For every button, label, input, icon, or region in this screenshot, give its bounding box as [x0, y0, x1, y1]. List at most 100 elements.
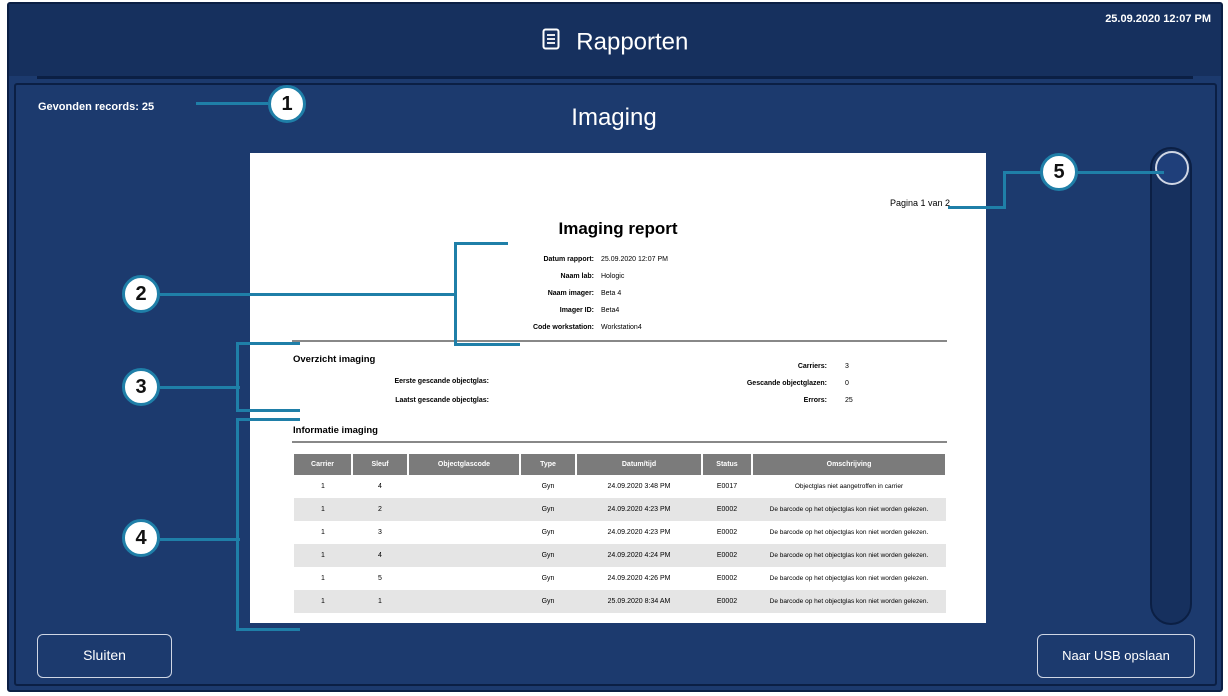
meta-row: Naam lab: Hologic: [250, 273, 986, 290]
table-cell: 5: [378, 574, 382, 582]
table-cell: [408, 590, 520, 613]
meta-key: Naam lab:: [560, 273, 594, 280]
callout-bracket-3-top: [236, 342, 300, 345]
meta-row: Code workstation: Workstation4: [250, 324, 986, 341]
table-cell: [408, 567, 520, 590]
callout-bracket-5-top: [1003, 171, 1043, 174]
table-cell: E0002: [702, 498, 752, 521]
column-header: Objectglascode: [408, 454, 521, 475]
callout-line-1: [196, 102, 268, 105]
report-title: Imaging report: [558, 219, 678, 238]
scrollbar-thumb[interactable]: [1155, 151, 1189, 185]
datetime-display: 25.09.2020 12:07 PM: [1105, 13, 1211, 25]
table-cell: 1: [321, 528, 325, 536]
table-cell: 4: [378, 482, 382, 490]
callout-bracket-5-bottom: [948, 206, 1006, 209]
callout-bracket-2-bottom: [454, 343, 520, 346]
table-cell: 1: [352, 590, 408, 613]
header-bar: Rapporten 25.09.2020 12:07 PM: [9, 4, 1221, 76]
page-indicator: Pagina 1 van 2: [889, 198, 950, 208]
table-cell: De barcode op het objectglas kon niet wo…: [752, 544, 946, 567]
meta-row: Datum rapport: 25.09.2020 12:07 PM: [250, 256, 986, 273]
last-scanned-label: Laatst gescande objectglas:: [395, 397, 489, 404]
callout-line-4: [160, 538, 240, 541]
table-cell: [408, 475, 520, 498]
callout-bracket-5: [1003, 171, 1006, 209]
column-header: Carrier: [294, 454, 353, 475]
table-cell: 1: [294, 544, 352, 567]
report-divider: [292, 340, 947, 342]
header-title: Rapporten: [9, 28, 1221, 57]
carriers-label: Carriers:: [797, 363, 827, 370]
table-cell: 2: [352, 498, 408, 521]
table-cell: E0002: [702, 544, 752, 567]
callout-3: 3: [122, 368, 160, 406]
table-cell: Objectglas niet aangetroffen in carrier: [794, 482, 904, 490]
meta-value: Beta 4: [601, 290, 622, 297]
scanned-value: 0: [845, 380, 849, 387]
callout-bracket-4: [236, 418, 239, 631]
info-heading: Informatie imaging: [293, 425, 378, 436]
errors-label: Errors:: [803, 397, 827, 404]
meta-key: Code workstation:: [532, 324, 594, 331]
callout-line-3: [160, 386, 240, 389]
table-cell: 1: [294, 498, 352, 521]
callout-5: 5: [1040, 153, 1078, 191]
table-cell: Gyn: [541, 574, 555, 582]
table-cell: E0002: [716, 574, 738, 582]
table-cell: [408, 498, 520, 521]
errors-value: 25: [845, 397, 853, 404]
meta-key: Imager ID:: [559, 307, 594, 314]
meta-value: 25.09.2020 12:07 PM: [601, 256, 668, 263]
meta-row: Imager ID: Beta4: [250, 307, 986, 324]
table-row: 1 4 Gyn 24.09.2020 3:48 PM E0017 Objectglas n…: [294, 475, 946, 498]
callout-bracket-4-top: [236, 418, 300, 421]
callout-line-5: [1074, 171, 1164, 174]
close-button[interactable]: Sluiten: [37, 634, 172, 678]
meta-key: Datum rapport:: [543, 256, 594, 263]
scrollbar-track[interactable]: [1150, 147, 1192, 625]
callout-bracket-3: [236, 342, 239, 412]
meta-key: Naam imager:: [547, 290, 594, 297]
table-row: 1 5 Gyn 24.09.2020 4:26 PM E0002 De barcode o…: [294, 567, 946, 590]
imaging-table: Carrier Sleuf Objectglascode Type Datum/…: [294, 454, 947, 613]
table-cell: De barcode op het objectglas kon niet wo…: [769, 574, 929, 582]
table-cell: 3: [378, 528, 382, 536]
table-cell: 24.09.2020 4:24 PM: [576, 544, 702, 567]
table-cell: 24.09.2020 4:23 PM: [607, 528, 671, 536]
overview-heading: Overzicht imaging: [293, 354, 376, 365]
carriers-value: 3: [845, 363, 849, 370]
table-cell: De barcode op het objectglas kon niet wo…: [752, 498, 946, 521]
table-cell: E0017: [716, 482, 738, 490]
meta-value: Beta4: [601, 307, 620, 314]
column-header: Status: [702, 454, 753, 475]
table-cell: 24.09.2020 4:23 PM: [576, 498, 702, 521]
table-cell: 25.09.2020 8:34 AM: [576, 590, 702, 613]
callout-bracket-2: [454, 242, 457, 346]
report-preview[interactable]: Pagina 1 van 2 Imaging report Datum rapp…: [250, 153, 986, 623]
table-cell: E0002: [716, 528, 738, 536]
table-row: 1 2 Gyn 24.09.2020 4:23 PM E0002 De barcode o…: [294, 498, 946, 521]
page-title: Rapporten: [576, 28, 689, 56]
table-cell: 24.09.2020 3:48 PM: [607, 482, 671, 490]
callout-2: 2: [122, 275, 160, 313]
callout-bracket-4-bottom: [236, 628, 300, 631]
section-title: Imaging: [571, 104, 657, 131]
table-cell: Gyn: [541, 528, 555, 536]
document-icon: [542, 28, 560, 57]
table-row: 1 4 Gyn 24.09.2020 4:24 PM E0002 De barcode o…: [294, 544, 946, 567]
first-scanned-label: Eerste gescande objectglas:: [394, 378, 489, 385]
table-cell: 1: [294, 590, 352, 613]
callout-bracket-2-top: [454, 242, 508, 245]
scanned-label: Gescande objectglazen:: [746, 380, 827, 387]
save-to-usb-button[interactable]: Naar USB opslaan: [1037, 634, 1195, 678]
header-divider: [37, 76, 1193, 79]
column-header: Type: [520, 454, 577, 475]
callout-bracket-3-bottom: [236, 409, 300, 412]
table-cell: 1: [321, 482, 325, 490]
info-divider: [292, 441, 947, 443]
table-cell: De barcode op het objectglas kon niet wo…: [752, 590, 946, 613]
table-cell: 4: [352, 544, 408, 567]
table-cell: [408, 544, 520, 567]
callout-line-2: [160, 293, 456, 296]
